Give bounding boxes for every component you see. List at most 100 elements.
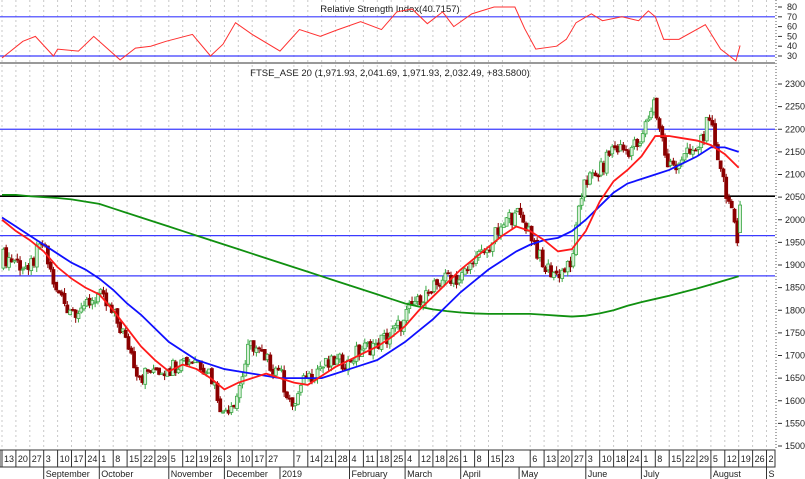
candle-body bbox=[518, 207, 523, 215]
candle-body bbox=[721, 168, 726, 178]
price-tick-label: 1550 bbox=[785, 418, 805, 428]
month-label: June bbox=[588, 469, 608, 479]
candle-body bbox=[554, 270, 559, 274]
candle-body bbox=[243, 363, 248, 377]
candle bbox=[321, 366, 325, 374]
candle-body bbox=[732, 208, 737, 223]
day-label: 1 bbox=[101, 454, 106, 464]
candle-body bbox=[457, 279, 462, 284]
candle-body bbox=[12, 260, 17, 263]
candle bbox=[62, 288, 67, 307]
day-label: 20 bbox=[18, 454, 28, 464]
rsi-tick-label: 60 bbox=[787, 22, 797, 32]
day-label: 8 bbox=[657, 454, 662, 464]
candle-body bbox=[268, 354, 273, 371]
candle bbox=[218, 396, 223, 413]
day-label: 10 bbox=[602, 454, 612, 464]
candle-body bbox=[62, 293, 67, 304]
candle bbox=[346, 355, 351, 376]
price-panel bbox=[0, 97, 775, 416]
candle-body bbox=[321, 366, 325, 369]
month-label: December bbox=[226, 469, 268, 479]
candle-body bbox=[729, 200, 734, 209]
candle-body bbox=[499, 226, 503, 236]
price-tick-label: 2100 bbox=[785, 170, 805, 180]
candle bbox=[118, 320, 123, 335]
day-label: 13 bbox=[546, 454, 556, 464]
candle-body bbox=[298, 385, 303, 393]
day-label: 28 bbox=[338, 454, 348, 464]
candle-body bbox=[682, 153, 687, 161]
candle-body bbox=[540, 249, 545, 268]
candle-body bbox=[96, 294, 100, 303]
candle-body bbox=[521, 214, 526, 223]
day-label: 29 bbox=[157, 454, 167, 464]
candle-body bbox=[727, 196, 731, 202]
day-label: 13 bbox=[4, 454, 14, 464]
candle-body bbox=[48, 262, 53, 270]
stock-chart: Relative Strength Index(40.7157) FTSE_AS… bbox=[0, 0, 805, 479]
candle-body bbox=[15, 258, 20, 261]
rsi-tick-label: 40 bbox=[787, 41, 797, 51]
day-label: 19 bbox=[199, 454, 209, 464]
price-tick-label: 1600 bbox=[785, 396, 805, 406]
rsi-tick-label: 30 bbox=[787, 51, 797, 61]
candle-body bbox=[588, 172, 592, 185]
ma-long-green-line bbox=[2, 193, 739, 318]
candle-body bbox=[237, 385, 242, 399]
candle-body bbox=[579, 198, 584, 206]
date-axis: 13 20 27 3 10 17 24 1 8 15 22 29 5 12 19 26 3 10 17 27 7 14 21… bbox=[0, 449, 776, 479]
price-tick-label: 1500 bbox=[785, 441, 805, 451]
day-label: 17 bbox=[74, 454, 84, 464]
right-axis: 807060504030 2300 2250 2200 2150 2100 2050 2000… bbox=[778, 2, 805, 451]
candle-body bbox=[443, 272, 448, 282]
price-tick-label: 1850 bbox=[785, 283, 805, 293]
candle-body bbox=[335, 358, 339, 365]
price-tick-label: 2200 bbox=[785, 124, 805, 134]
candle-body bbox=[20, 268, 25, 271]
candle bbox=[273, 366, 278, 376]
candle bbox=[296, 390, 300, 406]
candle-body bbox=[362, 342, 367, 350]
candle bbox=[268, 352, 273, 372]
candle-body bbox=[671, 160, 676, 165]
day-label: 15 bbox=[491, 454, 501, 464]
candle-body bbox=[412, 301, 417, 305]
candle-body bbox=[693, 149, 698, 152]
candle-body bbox=[282, 370, 287, 393]
price-tick-label: 1950 bbox=[785, 237, 805, 247]
candle bbox=[704, 116, 709, 143]
day-label: 12 bbox=[185, 454, 195, 464]
month-label: August bbox=[713, 469, 742, 479]
candle-body bbox=[257, 347, 262, 350]
candle-body bbox=[132, 351, 136, 369]
candle-body bbox=[246, 343, 250, 365]
candle-body bbox=[646, 118, 651, 122]
day-label: 2 bbox=[769, 454, 774, 464]
candle-body bbox=[638, 142, 642, 146]
day-label: 10 bbox=[240, 454, 250, 464]
day-label: 14 bbox=[310, 454, 320, 464]
rsi-tick-label: 70 bbox=[787, 12, 797, 22]
candle-body bbox=[576, 205, 581, 227]
day-label: 3 bbox=[588, 454, 593, 464]
day-label: 4 bbox=[352, 454, 357, 464]
day-label: 15 bbox=[129, 454, 139, 464]
candle-body bbox=[718, 160, 723, 169]
candle-body bbox=[429, 291, 434, 294]
day-label: 5 bbox=[713, 454, 718, 464]
day-label: 6 bbox=[532, 454, 537, 464]
day-label: 7 bbox=[296, 454, 301, 464]
month-label: September bbox=[46, 469, 90, 479]
month-label: October bbox=[101, 469, 133, 479]
candle-body bbox=[571, 253, 576, 267]
day-label: 18 bbox=[435, 454, 445, 464]
rsi-title: Relative Strength Index(40.7157) bbox=[320, 4, 459, 15]
price-tick-label: 2300 bbox=[785, 79, 805, 89]
candle bbox=[540, 247, 545, 268]
day-label: 8 bbox=[115, 454, 120, 464]
day-label: 15 bbox=[671, 454, 681, 464]
day-label: 4 bbox=[407, 454, 412, 464]
candle-body bbox=[218, 398, 223, 413]
day-label: 10 bbox=[60, 454, 70, 464]
